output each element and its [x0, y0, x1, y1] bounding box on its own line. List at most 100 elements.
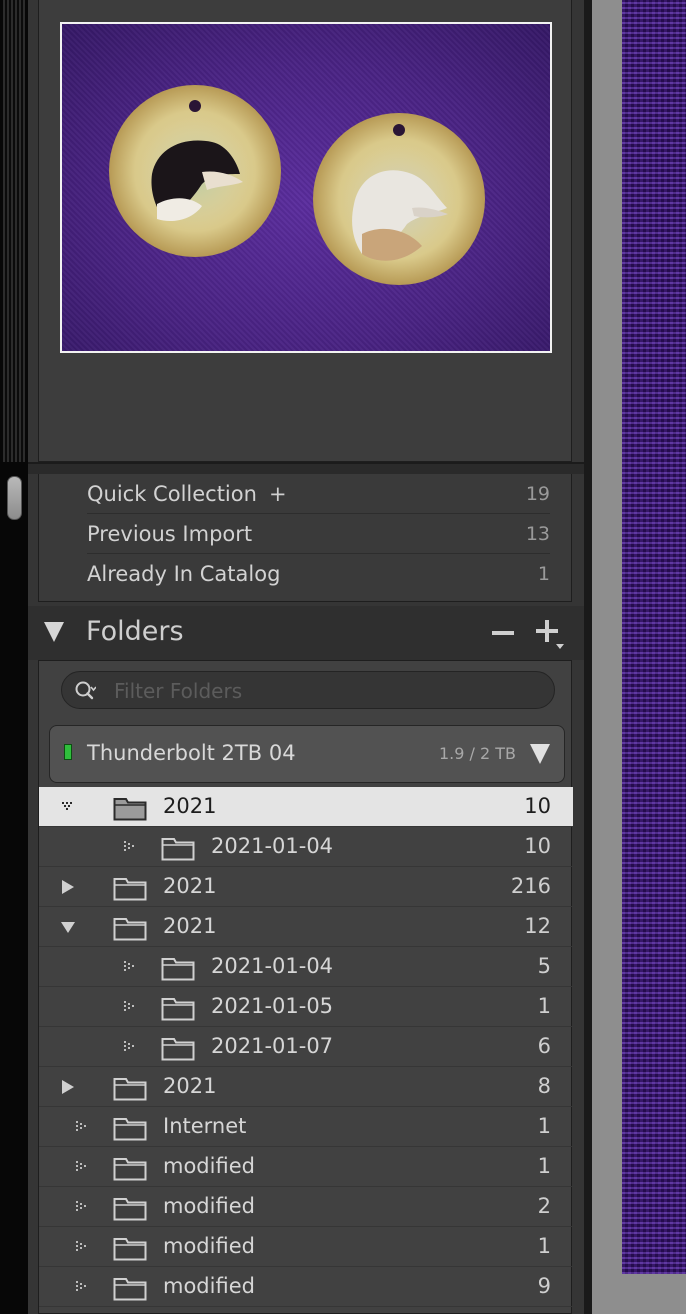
folder-count: 10: [524, 834, 551, 858]
navigator-panel: [38, 0, 572, 462]
folder-name: modified: [163, 1154, 255, 1178]
folder-count: 10: [524, 794, 551, 818]
folder-count: 1: [537, 994, 551, 1018]
folder-row[interactable]: 2021 216: [39, 867, 573, 907]
folder-icon: [113, 1278, 147, 1301]
folder-name: 2021-01-04: [211, 834, 334, 858]
folder-count: 2: [537, 1194, 551, 1218]
folder-row[interactable]: 2021 10: [39, 787, 573, 827]
dotted-triangle-icon: [76, 1121, 86, 1131]
folder-count: 5: [537, 954, 551, 978]
folder-name: 2021-01-05: [211, 994, 334, 1018]
folder-count: 1: [537, 1234, 551, 1258]
filter-folders-input[interactable]: [114, 677, 534, 705]
folder-name: 2021: [163, 874, 217, 898]
folder-name: 2021: [163, 914, 217, 938]
catalog-item-quick-collection[interactable]: Quick Collection + 19: [87, 474, 550, 514]
collapse-triangle-icon[interactable]: [44, 622, 64, 642]
folder-name: 2021-01-07: [211, 1034, 334, 1058]
dotted-triangle-icon: [124, 1001, 134, 1011]
folder-icon: [113, 1118, 147, 1141]
folder-icon: [113, 1158, 147, 1181]
folder-count: 1: [537, 1114, 551, 1138]
folder-row[interactable]: modified 1: [39, 1227, 573, 1267]
folder-name: 2021: [163, 1074, 217, 1098]
folder-count: 9: [537, 1274, 551, 1298]
folder-row[interactable]: 2021 12: [39, 907, 573, 947]
plus-icon[interactable]: [536, 620, 558, 642]
folders-panel-header[interactable]: Folders: [28, 606, 584, 660]
folder-name: modified: [163, 1234, 255, 1258]
volume-name: Thunderbolt 2TB 04: [87, 741, 296, 765]
folder-count: 216: [510, 874, 551, 898]
folder-icon: [161, 1038, 195, 1061]
volume-header[interactable]: Thunderbolt 2TB 04 1.9 / 2 TB: [49, 725, 565, 783]
folder-name: 2021: [163, 794, 217, 818]
folder-name: modified: [163, 1194, 255, 1218]
main-photo-edge: [622, 0, 686, 1274]
folder-count: 8: [537, 1074, 551, 1098]
catalog-item-label: Already In Catalog: [87, 562, 281, 586]
navigator-preview-image[interactable]: [60, 22, 552, 353]
folder-row[interactable]: 2021-01-07 6: [39, 1027, 573, 1067]
folder-icon: [113, 798, 147, 821]
search-icon: [75, 681, 96, 700]
dotted-triangle-icon: [124, 841, 134, 851]
volume-size: 1.9 / 2 TB: [438, 744, 516, 763]
catalog-item-label: Quick Collection: [87, 481, 257, 506]
expanded-triangle-icon[interactable]: [61, 800, 75, 814]
left-medallion: [109, 85, 281, 257]
folder-icon: [161, 838, 195, 861]
folder-count: 12: [524, 914, 551, 938]
quick-collection-plus: +: [268, 481, 287, 506]
folder-row[interactable]: 2021 8: [39, 1067, 573, 1107]
dotted-triangle-icon: [76, 1281, 86, 1291]
plus-dropdown-caret-icon[interactable]: [556, 644, 564, 649]
folder-icon: [113, 1238, 147, 1261]
dotted-triangle-icon: [76, 1201, 86, 1211]
right-medallion: [313, 113, 485, 285]
folder-icon: [113, 918, 147, 941]
catalog-item-already-in-catalog[interactable]: Already In Catalog 1: [87, 554, 550, 594]
folder-icon: [113, 878, 147, 901]
catalog-item-label: Previous Import: [87, 521, 253, 546]
folder-row[interactable]: modified 1: [39, 1147, 573, 1187]
filter-folders-box[interactable]: [61, 671, 555, 709]
dotted-triangle-icon: [76, 1161, 86, 1171]
catalog-item-count: 13: [525, 522, 550, 545]
folder-icon: [113, 1078, 147, 1101]
folders-panel-body: Thunderbolt 2TB 04 1.9 / 2 TB 2021102021…: [38, 660, 573, 1314]
folder-count: 6: [537, 1034, 551, 1058]
collapsed-triangle-icon[interactable]: [61, 1080, 75, 1094]
folder-count: 1: [537, 1154, 551, 1178]
panel-edge-lines: [3, 0, 25, 462]
folder-name: modified: [163, 1274, 255, 1298]
collapsed-triangle-icon[interactable]: [61, 880, 75, 894]
folder-row[interactable]: 2021-01-04 10: [39, 827, 573, 867]
folder-row[interactable]: 2021-01-04 5: [39, 947, 573, 987]
dotted-triangle-icon: [124, 961, 134, 971]
catalog-item-previous-import[interactable]: Previous Import 13: [87, 514, 550, 554]
volume-status-led: [64, 744, 72, 760]
volume-collapse-triangle-icon[interactable]: [530, 744, 550, 764]
folder-row[interactable]: 2021-01-05 1: [39, 987, 573, 1027]
folder-icon: [161, 998, 195, 1021]
folder-row[interactable]: modified 2: [39, 1187, 573, 1227]
folder-row[interactable]: Internet 1: [39, 1107, 573, 1147]
catalog-panel: Quick Collection + 19 Previous Import 13 …: [38, 474, 572, 602]
folder-row[interactable]: modified 9: [39, 1267, 573, 1307]
minus-icon[interactable]: [492, 631, 514, 635]
main-view-area: [592, 0, 686, 1314]
folder-name: 2021-01-04: [211, 954, 334, 978]
scrollbar-thumb[interactable]: [7, 476, 22, 520]
panel-divider: [584, 0, 592, 1314]
catalog-item-count: 1: [537, 563, 550, 585]
expanded-triangle-icon[interactable]: [61, 920, 75, 934]
folder-icon: [113, 1198, 147, 1221]
dotted-triangle-icon: [124, 1041, 134, 1051]
left-panel: Quick Collection + 19 Previous Import 13 …: [28, 0, 584, 1314]
folder-icon: [161, 958, 195, 981]
folder-tree: 2021 10 2021-01-04 10 2021 216 2021 12 2021-01-0…: [39, 787, 573, 1307]
folders-panel-title: Folders: [86, 616, 184, 647]
navigator-divider: [28, 462, 584, 474]
